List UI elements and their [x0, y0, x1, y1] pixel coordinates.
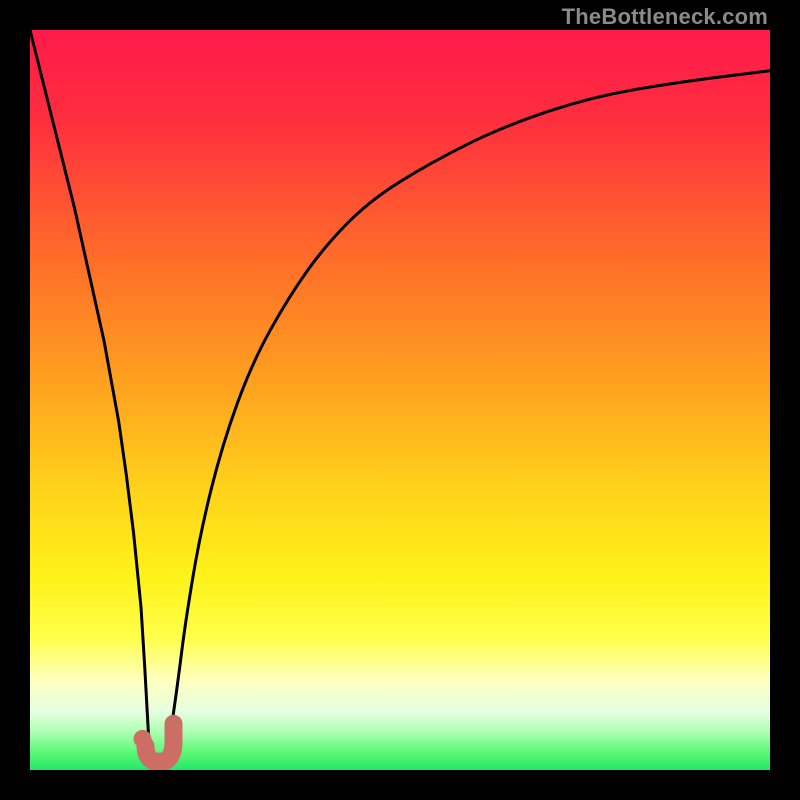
curve-layer: [30, 30, 770, 770]
plot-area: [30, 30, 770, 770]
curve-right-branch: [171, 71, 770, 733]
watermark-text: TheBottleneck.com: [562, 4, 768, 30]
curve-left-branch: [30, 30, 148, 733]
chart-frame: TheBottleneck.com: [0, 0, 800, 800]
highlight-dot: [133, 730, 151, 748]
